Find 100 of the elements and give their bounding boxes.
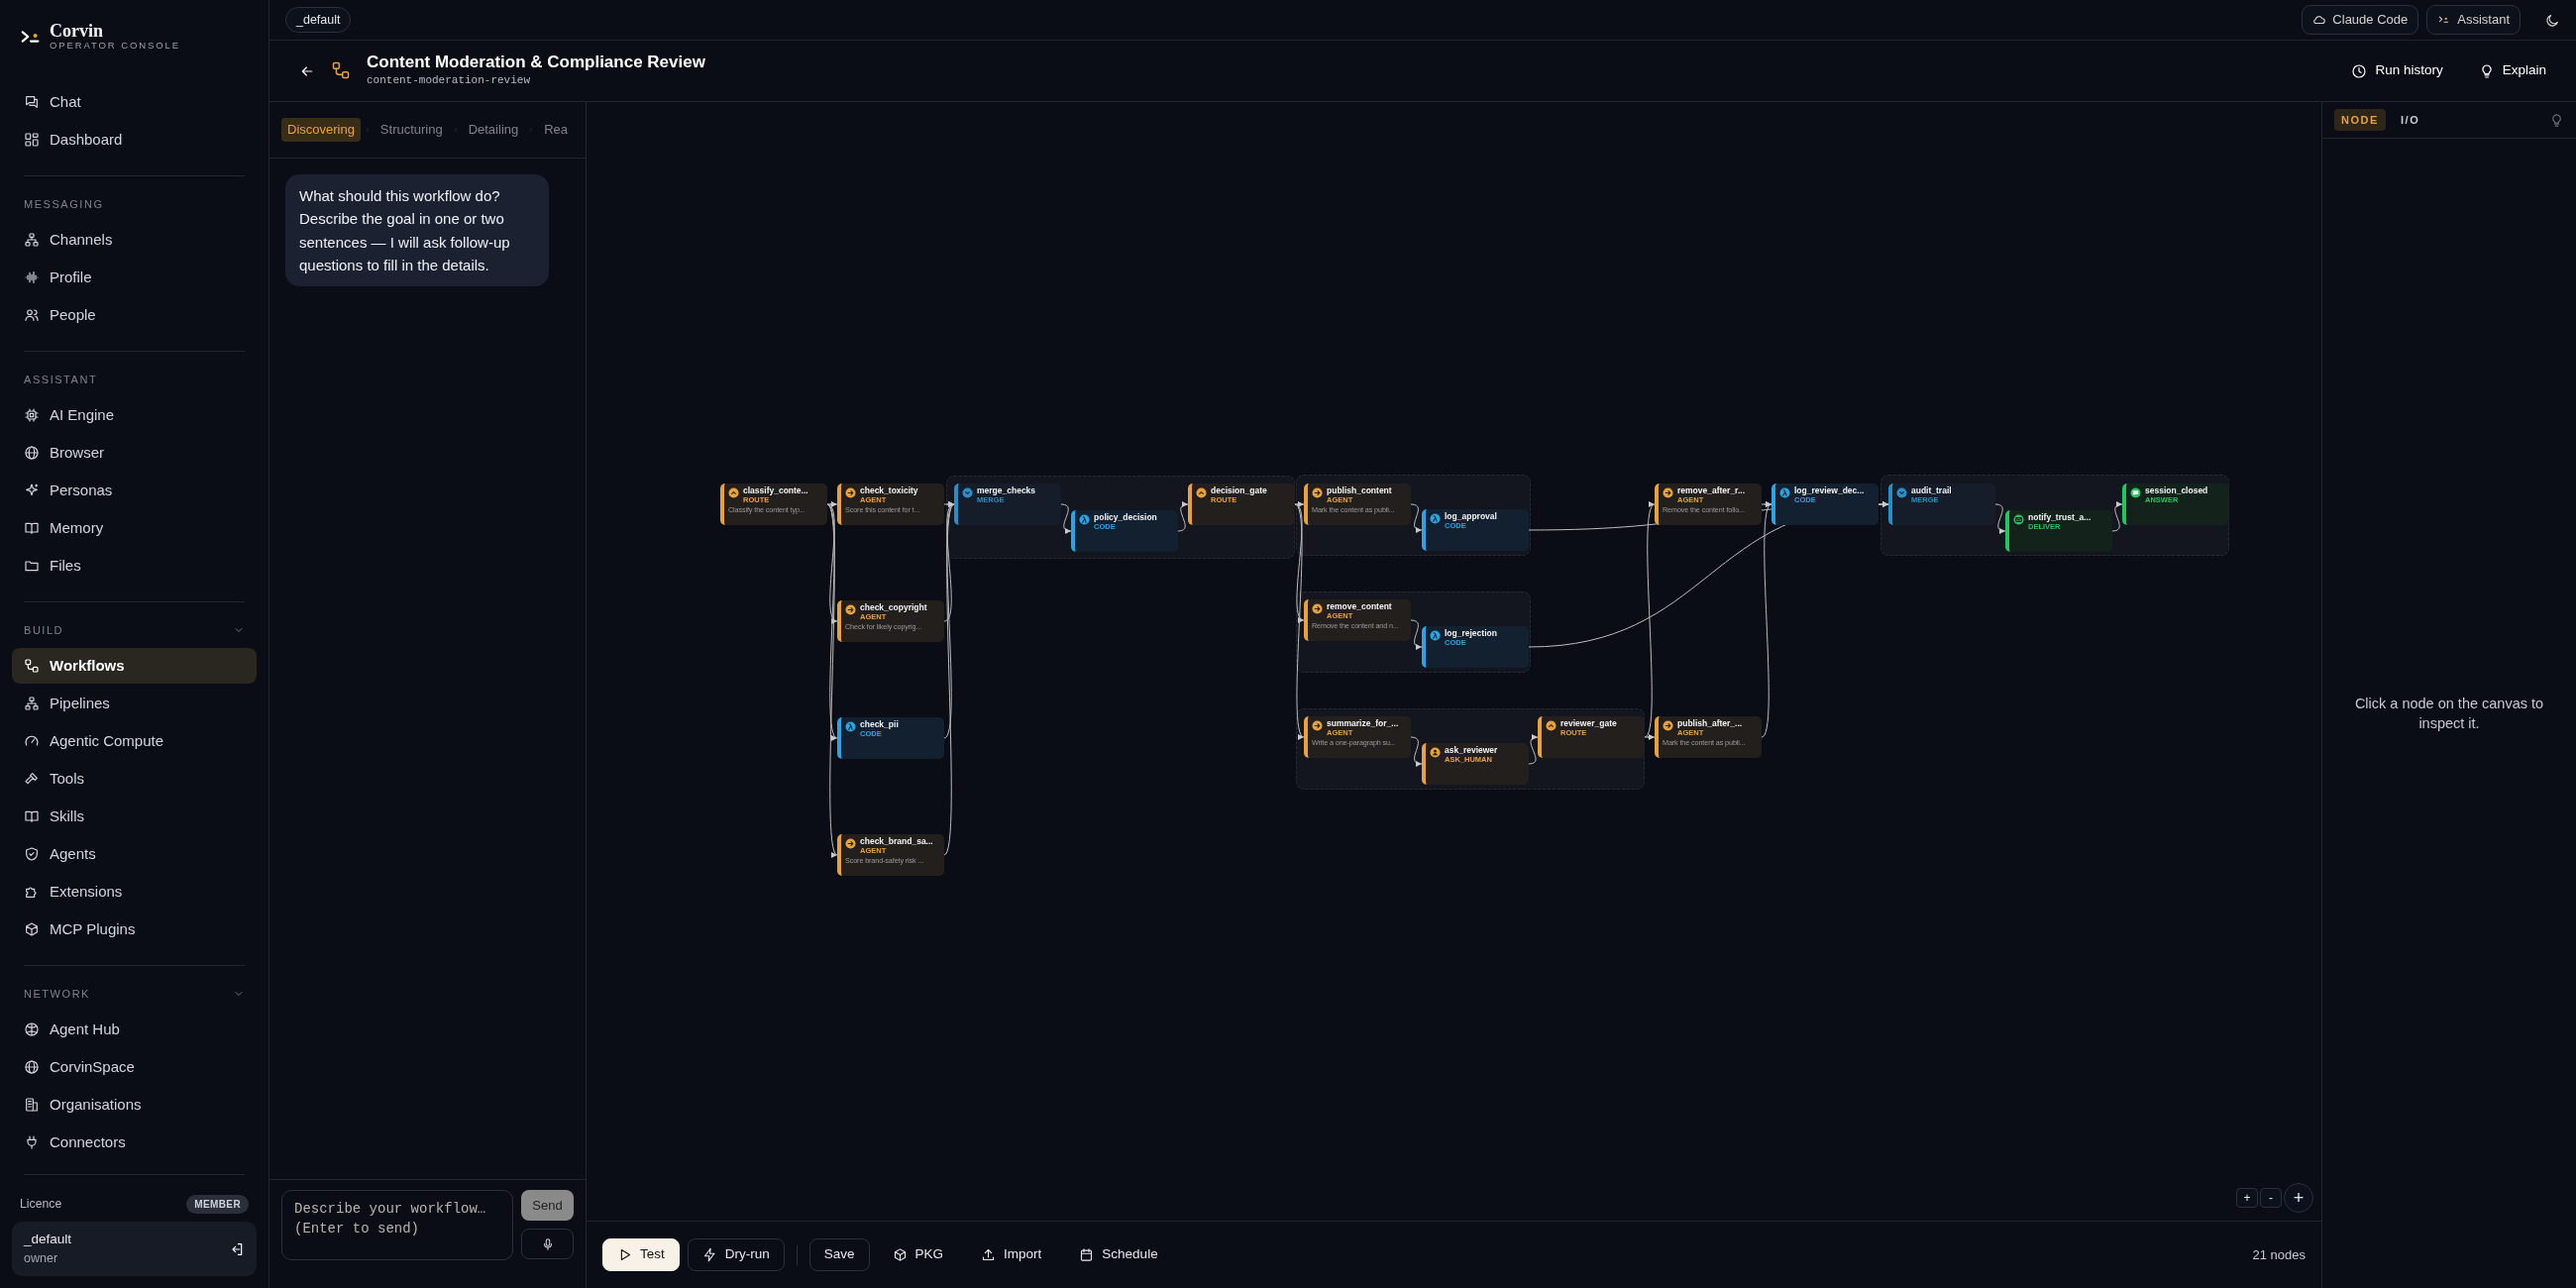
lightning-icon [701,1247,717,1262]
licence-tag: MEMBER [186,1195,249,1214]
person-icon [1430,747,1441,758]
node-name: publish_content [1327,486,1392,496]
package-icon [24,921,40,938]
sidebar-item[interactable]: Chat [12,84,257,121]
node-name: classify_conte... [743,486,808,496]
connector-arrow [1060,503,1072,534]
zoom-in-button[interactable]: + [2236,1188,2258,1208]
calendar-icon [1079,1247,1095,1262]
hierarchy-icon [24,232,40,249]
inspector-tab[interactable]: NODE [2334,108,2386,132]
sidebar-item[interactable]: Memory [12,510,257,547]
arrow-icon [845,838,856,849]
toolbar-button[interactable]: Import [966,1238,1057,1271]
node-name: merge_checks [977,486,1036,496]
section-title: NETWORK [24,987,90,1003]
workflow-icon [331,60,351,81]
sidebar-item[interactable]: Profile [12,260,257,296]
chevron-down-icon [962,487,973,498]
microphone-button[interactable] [521,1229,574,1259]
toolbar-button[interactable]: Schedule [1064,1238,1173,1271]
node-name: check_pii [860,720,899,730]
licence-label: Licence [20,1196,62,1214]
empty-state-text: Click a node on the canvas to inspect it. [2353,694,2545,733]
chat-message: What should this workflow do? Describe the goal in one or two sentences — I will ask follow-up questions to fill in the details. [285,174,549,286]
arrow-icon [1312,603,1323,614]
sidebar-item[interactable]: Connectors [12,1125,257,1161]
lambda-icon [1079,514,1090,525]
connector-arrow [1994,503,2006,534]
sidebar-item[interactable]: AI Engine [12,397,257,434]
sidebar-item[interactable]: Dashboard [12,122,257,159]
node-name: decision_gate [1211,486,1267,496]
sidebar-item[interactable]: Browser [12,435,257,472]
audio-wave-icon [24,269,40,286]
sidebar-item[interactable]: Files [12,548,257,585]
sidebar-item[interactable]: Personas [12,473,257,509]
toolbar-button[interactable]: Dry-run [687,1238,785,1271]
sidebar-item[interactable]: Skills [12,799,257,835]
step-tab[interactable]: Discovering [281,118,361,142]
moon-icon [2544,12,2560,29]
node-name: summarize_for_... [1327,719,1399,729]
envelope-icon [2013,514,2024,525]
node-name: check_toxicity [860,486,918,496]
sidebar-item[interactable]: Agentic Compute [12,723,257,760]
chip-icon [24,407,40,424]
sidebar-item[interactable]: People [12,297,257,334]
sidebar-item[interactable]: Agents [12,836,257,873]
arrow-icon [845,604,856,615]
sidebar-item[interactable]: Organisations [12,1087,257,1124]
node-name: remove_content [1327,602,1392,612]
chat-icon [24,94,40,111]
step-tab[interactable]: Rea [538,118,574,142]
node-count: 21 nodes [2252,1245,2306,1264]
arrow-icon [1312,720,1323,731]
workspace-selector[interactable]: _default [285,6,352,34]
sidebar-item[interactable]: Tools [12,761,257,798]
step-tab[interactable]: Detailing [462,118,525,142]
inspector-tab[interactable]: I/O [2393,108,2427,132]
node-name: check_copyright [860,603,927,613]
sidebar-item[interactable]: Pipelines [12,686,257,722]
connector-arrow [1410,736,1423,767]
sidebar-item[interactable]: Channels [12,222,257,259]
message-input[interactable]: Describe your workflow… (Enter to send) [281,1190,513,1260]
plug-icon [24,1134,40,1151]
add-node-button[interactable]: + [2284,1183,2313,1213]
node-name: log_rejection [1445,629,1497,639]
step-tab[interactable]: Structuring [374,118,449,142]
workflow-icon [24,658,40,675]
sidebar-item[interactable]: CorvinSpace [12,1049,257,1086]
sidebar-item[interactable]: Extensions [12,874,257,911]
toolbar-button[interactable]: Save [808,1238,870,1271]
globe-icon [24,445,40,462]
lambda-icon [1779,487,1790,498]
node-name: reviewer_gate [1560,719,1617,729]
workflow-slug: content-moderation-review [367,73,532,89]
lambda-icon [845,721,856,732]
brand-name: Corvin [50,22,104,40]
node-name: check_brand_sa... [860,837,933,847]
workflow-title: Content Moderation & Compliance Review [367,53,705,73]
lightbulb-icon [2549,112,2564,128]
node-name: policy_decision [1094,513,1157,523]
header-action[interactable]: Run history [2345,59,2449,82]
node-name: remove_after_r... [1677,486,1746,496]
connector-arrow [1528,734,1539,765]
top-bar-button[interactable]: Assistant [2426,5,2521,35]
package-icon [892,1247,908,1262]
chevron-up-icon [1196,487,1207,498]
sidebar-item[interactable]: MCP Plugins [12,912,257,948]
toolbar-button[interactable]: PKG [877,1238,959,1271]
zoom-out-button[interactable]: - [2260,1188,2282,1208]
puzzle-icon [24,884,40,901]
sidebar-item[interactable]: Agent Hub [12,1012,257,1048]
hierarchy-icon [24,696,40,712]
user-name: _default [24,1231,72,1248]
sidebar-item[interactable]: Workflows [12,648,257,685]
top-bar-button[interactable]: Claude Code [2302,5,2419,35]
book-icon [24,808,40,825]
toolbar-button[interactable]: Test [602,1238,680,1271]
header-action[interactable]: Explain [2472,59,2552,82]
